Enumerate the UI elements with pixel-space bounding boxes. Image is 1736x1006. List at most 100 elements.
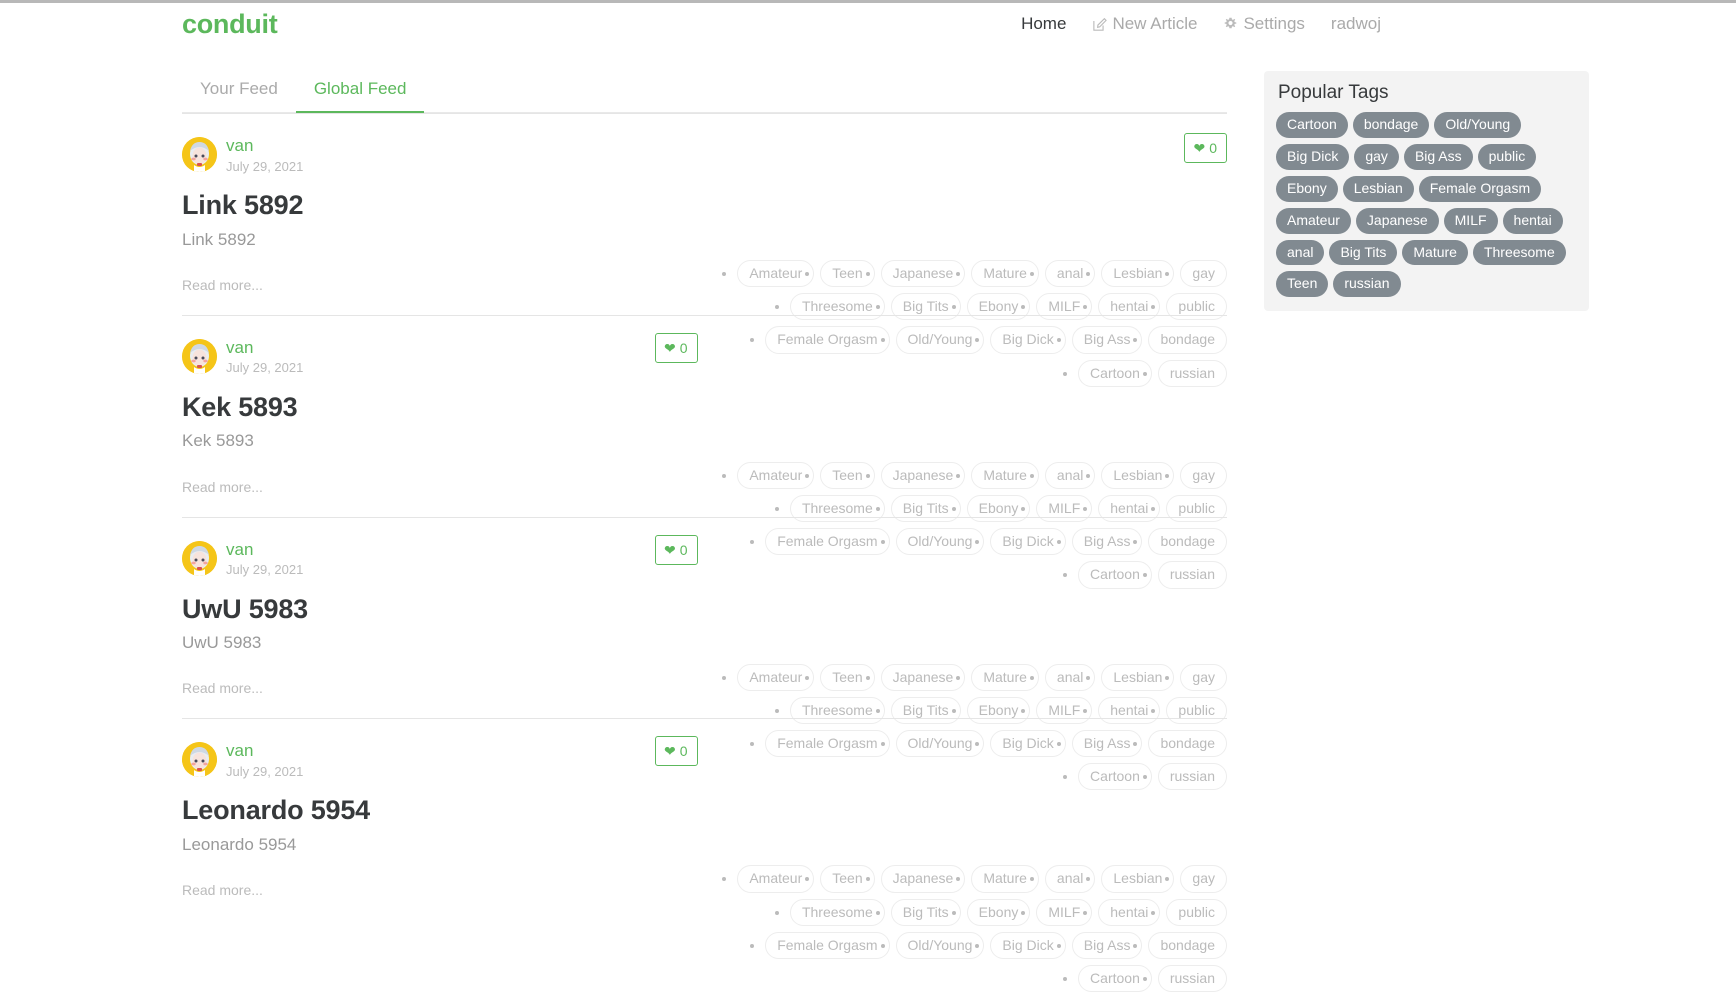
article-title[interactable]: Leonardo 5954 (182, 796, 1227, 826)
popular-tag[interactable]: Ebony (1276, 175, 1338, 202)
nav-item-home[interactable]: Home (1021, 14, 1066, 34)
avatar[interactable] (182, 742, 217, 778)
article-title[interactable]: UwU 5983 (182, 594, 1227, 625)
popular-tag[interactable]: Amateur (1276, 207, 1351, 234)
avatar[interactable] (182, 137, 217, 172)
article-preview: van July 29, 2021 ❤ 0 UwU 5983 UwU 5983 … (182, 516, 1227, 791)
read-more-link[interactable]: Read more... (182, 479, 263, 495)
meta-info: van July 29, 2021 (226, 540, 304, 578)
favorites-count: 0 (1209, 140, 1217, 156)
article-title[interactable]: Kek 5893 (182, 392, 1227, 423)
article-tag[interactable]: gay (1180, 260, 1227, 288)
article-date: July 29, 2021 (226, 562, 304, 578)
read-more-link[interactable]: Read more... (182, 680, 263, 696)
avatar[interactable] (182, 540, 217, 576)
article-description: Leonardo 5954 (182, 835, 297, 855)
article-author[interactable]: van (226, 338, 303, 358)
favorites-count: 0 (679, 339, 688, 356)
favorite-button[interactable]: ❤ 0 (655, 332, 698, 363)
meta-info: van July 29, 2021 (226, 136, 303, 174)
popular-tag[interactable]: hentai (1502, 207, 1563, 234)
popular-tag-cloud: Cartoon bondage Old/Young Big Dick gay Big As… (1276, 112, 1577, 298)
article-tag[interactable]: public (1166, 898, 1227, 926)
article-tag[interactable]: Female Orgasm (765, 931, 890, 959)
popular-tag[interactable]: Old/Young (1434, 112, 1522, 138)
popular-tag[interactable]: Big Ass (1403, 143, 1473, 170)
nav-item-username-label: radwoj (1330, 14, 1381, 33)
heart-icon: ❤ (664, 541, 676, 558)
article-tag[interactable]: Old/Young (895, 931, 985, 959)
heart-icon: ❤ (1193, 140, 1206, 156)
article-preview: van July 29, 2021 ❤ 0 Kek 5893 Kek 5893 … (182, 314, 1227, 589)
popular-tag[interactable]: russian (1333, 271, 1401, 298)
nav-item-new-article[interactable]: New Article (1092, 14, 1197, 34)
gear-icon (1223, 17, 1238, 32)
article-tag[interactable]: gay (1180, 663, 1227, 691)
article-tag[interactable]: Big Dick (990, 931, 1066, 959)
nav-item-new-article-label: New Article (1112, 14, 1198, 33)
article-meta: van July 29, 2021 ❤ 0 (182, 534, 1227, 578)
favorite-button[interactable]: ❤ 0 (655, 534, 698, 565)
article-tag[interactable]: Cartoon (1078, 964, 1152, 993)
article-tag[interactable]: russian (1157, 964, 1227, 993)
nav-item-settings[interactable]: Settings (1223, 14, 1305, 34)
read-more-link[interactable]: Read more... (182, 882, 263, 898)
article-tag[interactable]: Japanese (880, 663, 966, 691)
article-tag-list: AmateurTeenJapaneseMatureanalLesbiangayT… (697, 865, 1227, 993)
read-more-link[interactable]: Read more... (182, 277, 263, 293)
heart-icon: ❤ (664, 339, 676, 356)
heart-icon: ❤ (664, 743, 676, 760)
popular-tag[interactable]: bondage (1352, 112, 1430, 138)
conduit-app: conduit Home New Article Settings radwoj… (0, 3, 1736, 993)
article-tag[interactable]: Japanese (880, 260, 966, 288)
nav-item-username[interactable]: radwoj (1331, 14, 1381, 34)
favorites-count: 0 (679, 743, 688, 760)
nav-item-settings-label: Settings (1243, 14, 1305, 33)
popular-tags-title: Popular Tags (1278, 82, 1389, 103)
popular-tags-panel: Popular Tags Cartoon bondage Old/Young Big … (1264, 71, 1589, 312)
article-tag[interactable]: bondage (1148, 931, 1227, 959)
popular-tag[interactable]: gay (1354, 143, 1399, 170)
feed-toggle: Your Feed Global Feed (182, 71, 1227, 113)
tab-your-feed[interactable]: Your Feed (182, 71, 296, 113)
avatar[interactable] (182, 338, 217, 374)
popular-tag[interactable]: anal (1276, 239, 1325, 266)
brand-logo[interactable]: conduit (182, 10, 278, 38)
article-tag[interactable]: gay (1180, 461, 1227, 489)
article-tag[interactable]: Amateur (737, 865, 815, 893)
article-tag[interactable]: Threesome (789, 898, 885, 926)
article-author[interactable]: van (226, 136, 303, 156)
article-author[interactable]: van (226, 540, 303, 560)
article-tag[interactable]: Amateur (737, 663, 815, 691)
article-tag[interactable]: Amateur (737, 260, 815, 288)
popular-tag[interactable]: Mature (1402, 239, 1468, 266)
popular-tag[interactable]: Threesome (1472, 239, 1566, 266)
popular-tag[interactable]: Lesbian (1342, 175, 1414, 202)
article-tag[interactable]: Amateur (737, 461, 815, 489)
popular-tag[interactable]: public (1477, 143, 1537, 170)
popular-tag[interactable]: MILF (1443, 207, 1498, 234)
edit-icon (1092, 17, 1108, 32)
article-tag[interactable]: gay (1180, 865, 1227, 893)
tab-global-feed[interactable]: Global Feed (295, 71, 425, 113)
popular-tag[interactable]: Japanese (1355, 207, 1439, 234)
popular-tag[interactable]: Big Dick (1276, 143, 1350, 170)
article-preview: van July 29, 2021 ❤ 0 Link 5892 Link 589… (182, 113, 1227, 387)
article-author[interactable]: van (226, 742, 303, 761)
article-preview: van July 29, 2021 ❤ 0 Leonardo 5954 Leon… (182, 718, 1227, 993)
popular-tag[interactable]: Big Tits (1329, 239, 1398, 266)
favorite-button[interactable]: ❤ 0 (655, 736, 698, 767)
navbar: conduit Home New Article Settings radwoj (0, 3, 1736, 45)
article-title[interactable]: Link 5892 (182, 190, 1227, 221)
popular-tag[interactable]: Female Orgasm (1418, 175, 1542, 202)
article-meta: van July 29, 2021 ❤ 0 (182, 133, 1227, 174)
article-meta: van July 29, 2021 ❤ 0 (182, 736, 1227, 779)
meta-info: van July 29, 2021 (226, 742, 303, 779)
popular-tag[interactable]: Teen (1276, 271, 1329, 298)
article-tag[interactable]: Japanese (880, 865, 966, 893)
popular-tag[interactable]: Cartoon (1276, 112, 1348, 138)
favorites-count: 0 (679, 541, 688, 558)
main-container: Your Feed Global Feed van July 29, 2021 … (0, 71, 1736, 993)
article-tag[interactable]: Japanese (880, 461, 966, 489)
favorite-button[interactable]: ❤ 0 (1184, 133, 1227, 163)
